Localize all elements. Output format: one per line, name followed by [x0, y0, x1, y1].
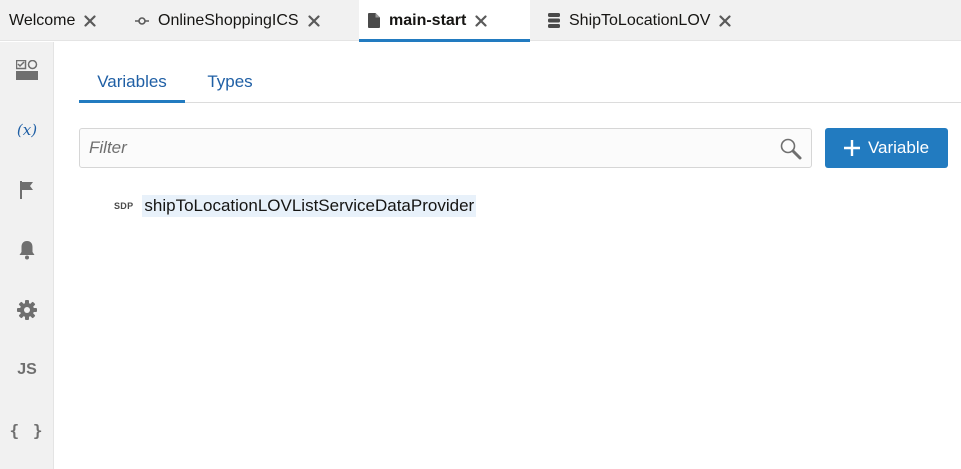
variables-label: (x) [16, 121, 38, 139]
tab-online-shopping-ics[interactable]: OnlineShoppingICS [126, 0, 359, 41]
service-connection-icon [135, 14, 149, 28]
tab-types-label: Types [207, 72, 253, 91]
plus-icon [843, 140, 860, 156]
settings-gear-icon[interactable] [0, 290, 54, 330]
tab-label: Welcome [9, 11, 76, 29]
list-item[interactable]: SDP shipToLocationLOVListServiceDataProv… [110, 194, 477, 218]
json-icon[interactable]: { } [0, 410, 54, 450]
tab-main-start[interactable]: main-start [359, 0, 530, 42]
tab-welcome[interactable]: Welcome [0, 0, 126, 41]
editor-tab-bar: Welcome OnlineShoppingICS main-start Shi… [0, 0, 961, 42]
close-icon[interactable] [307, 14, 320, 27]
tab-label: OnlineShoppingICS [158, 11, 299, 29]
js-icon[interactable]: JS [0, 350, 54, 390]
search-icon[interactable] [779, 137, 803, 161]
actions-flag-icon[interactable] [0, 170, 54, 210]
json-label: { } [9, 420, 45, 440]
tab-variables-label: Variables [97, 72, 167, 91]
file-icon [368, 13, 380, 28]
variable-name[interactable]: shipToLocationLOVListServiceDataProvider [142, 195, 477, 217]
tab-variables[interactable]: Variables [79, 62, 185, 103]
filter-input[interactable] [80, 129, 770, 167]
add-variable-label: Variable [867, 138, 930, 157]
filter-box [79, 128, 812, 168]
left-rail: (x) JS { } [0, 42, 54, 469]
tab-types[interactable]: Types [197, 62, 263, 102]
events-bell-icon[interactable] [0, 230, 54, 270]
close-icon[interactable] [475, 14, 487, 27]
database-icon [548, 13, 560, 28]
js-label: JS [17, 361, 37, 378]
tab-ship-to-location-lov[interactable]: ShipToLocationLOV [530, 0, 762, 41]
sdp-badge: SDP [114, 201, 134, 211]
close-icon[interactable] [719, 14, 732, 27]
close-icon[interactable] [84, 14, 96, 27]
variables-types-tabs: Variables Types [79, 62, 961, 103]
add-variable-button[interactable]: Variable [825, 128, 948, 168]
variables-icon[interactable]: (x) [0, 110, 54, 150]
tab-label: ShipToLocationLOV [569, 11, 711, 29]
page-designer-icon[interactable] [0, 50, 54, 90]
tab-label: main-start [389, 11, 467, 29]
